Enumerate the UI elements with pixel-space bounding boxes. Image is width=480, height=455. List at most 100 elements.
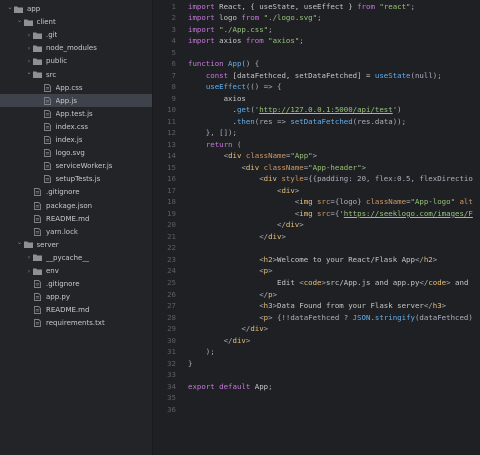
- tree-file[interactable]: serviceWorker.js: [0, 160, 152, 173]
- chevron-right-icon[interactable]: ›: [25, 268, 33, 275]
- code-line[interactable]: 9 axios: [154, 93, 480, 105]
- line-number: 18: [167, 197, 176, 207]
- code-editor[interactable]: 1 import React, { useState, useEffect } f…: [154, 0, 480, 455]
- tree-file[interactable]: index.css: [0, 120, 152, 133]
- file-tree-sidebar: ⌄ app ⌄ client › .git › node_modules › public ⌄ src…: [0, 0, 153, 455]
- code-line[interactable]: 15 <div className="App-header">: [154, 162, 480, 174]
- chevron-down-icon[interactable]: ⌄: [25, 69, 33, 76]
- chevron-right-icon[interactable]: ›: [25, 32, 33, 39]
- code-token: import: [188, 24, 215, 34]
- folder-icon: [33, 31, 42, 39]
- tree-item-label: server: [36, 240, 59, 249]
- code-line[interactable]: 17 <div>: [154, 185, 480, 197]
- code-line[interactable]: 20 </div>: [154, 219, 480, 231]
- code-line[interactable]: 6 function App() {: [154, 58, 480, 70]
- tree-file[interactable]: App.css: [0, 81, 152, 94]
- code-line[interactable]: 14 <div className="App">: [154, 150, 480, 162]
- tree-item-label: node_modules: [46, 44, 97, 53]
- code-line[interactable]: 32}: [154, 358, 480, 370]
- tree-item-label: serviceWorker.js: [55, 162, 113, 171]
- code-line[interactable]: 10 .get('http://127.0.0.1:5000/api/test'…: [154, 104, 480, 116]
- tree-folder[interactable]: › env: [0, 265, 152, 278]
- tree-file[interactable]: logo.svg: [0, 147, 152, 160]
- code-line[interactable]: 19 <img src={'https://seeklogo.com/image…: [154, 208, 480, 220]
- code-line[interactable]: 8 useEffect(() => {: [154, 81, 480, 93]
- tree-file[interactable]: App.test.js: [0, 107, 152, 120]
- code-line[interactable]: 24 <p>: [154, 265, 480, 277]
- folder-icon: [33, 267, 42, 275]
- code-line[interactable]: 16 <div style={{padding: 20, flex:0.5, f…: [154, 173, 480, 185]
- code-token: div: [245, 162, 260, 172]
- chevron-down-icon[interactable]: ⌄: [16, 239, 24, 246]
- tree-file[interactable]: package.json: [0, 199, 152, 212]
- tree-file[interactable]: App.js: [0, 94, 152, 108]
- code-line[interactable]: 31 );: [154, 346, 480, 358]
- code-line[interactable]: 35: [154, 392, 480, 404]
- code-token: >: [272, 289, 278, 299]
- tree-folder[interactable]: ⌄ server: [0, 238, 152, 251]
- code-line[interactable]: 2 import logo from "./logo.svg";: [154, 12, 480, 24]
- tree-file[interactable]: README.md: [0, 212, 152, 225]
- code-token: axios: [214, 36, 246, 46]
- code-line[interactable]: 34 export default App;: [154, 381, 480, 393]
- code-line[interactable]: 1 import React, { useState, useEffect } f…: [154, 1, 480, 13]
- code-line[interactable]: 29 </div>: [154, 323, 480, 335]
- code-line[interactable]: 13 return (: [154, 139, 480, 151]
- code-line[interactable]: 5: [154, 47, 480, 59]
- line-number: 20: [167, 220, 176, 230]
- tree-file[interactable]: .gitignore: [0, 186, 152, 199]
- code-line[interactable]: 22: [154, 242, 480, 254]
- line-number: 22: [167, 243, 176, 253]
- line-number: 15: [167, 162, 176, 172]
- tree-item-label: env: [46, 267, 59, 275]
- chevron-right-icon[interactable]: ›: [25, 254, 33, 261]
- line-number: 30: [167, 335, 176, 345]
- code-line[interactable]: 33: [154, 369, 480, 381]
- tree-folder[interactable]: › node_modules: [0, 42, 152, 55]
- code-line[interactable]: 3 import "./App.css";: [154, 24, 480, 36]
- code-line[interactable]: 12 }, []);: [154, 127, 480, 139]
- code-line[interactable]: 23 <h2>Welcome to your React/Flask App</…: [154, 254, 480, 266]
- code-line[interactable]: 7 const [dataFethced, setDataFetched] = …: [154, 70, 480, 82]
- code-line[interactable]: 26 </p>: [154, 289, 480, 301]
- tree-folder[interactable]: › __pycache__: [0, 251, 152, 264]
- tree-folder[interactable]: ⌄ app: [0, 3, 152, 16]
- code-line[interactable]: 30 </div>: [154, 335, 480, 347]
- code-token: stringify: [374, 312, 415, 322]
- tree-file[interactable]: yarn.lock: [0, 225, 152, 238]
- code-line[interactable]: 28 <p> {!!dataFethced ? JSON.stringify(d…: [154, 312, 480, 324]
- tree-item-label: package.json: [46, 201, 93, 210]
- code-token: (: [232, 139, 242, 149]
- chevron-right-icon[interactable]: ›: [25, 45, 33, 52]
- tree-folder[interactable]: › .git: [0, 29, 152, 42]
- code-line[interactable]: 11 .then(res => setDataFetched(res.data)…: [154, 116, 480, 128]
- code-token: >: [312, 151, 318, 161]
- tree-folder[interactable]: ⌄ client: [0, 16, 152, 29]
- code-line[interactable]: 4 import axios from "axios";: [154, 35, 480, 47]
- chevron-down-icon[interactable]: ⌄: [16, 17, 24, 24]
- chevron-down-icon[interactable]: ⌄: [6, 4, 14, 11]
- code-line[interactable]: 36: [154, 404, 480, 416]
- code-line[interactable]: 25 Edit <code>src/App.js and app.py</cod…: [154, 277, 480, 289]
- code-token: src: [312, 208, 331, 218]
- code-line[interactable]: 27 <h3>Data Found from your Flask server…: [154, 300, 480, 312]
- tree-file[interactable]: requirements.txt: [0, 317, 152, 330]
- tree-file[interactable]: README.md: [0, 304, 152, 317]
- line-number: 27: [167, 301, 176, 311]
- code-token: (res.data));: [352, 116, 407, 126]
- folder-icon: [23, 18, 33, 26]
- chevron-right-icon[interactable]: ›: [25, 58, 33, 65]
- tree-file[interactable]: setupTests.js: [0, 173, 152, 186]
- tree-folder[interactable]: ⌄ src: [0, 68, 152, 81]
- tree-file[interactable]: app.py: [0, 291, 152, 304]
- code-line[interactable]: 21 </div>: [154, 231, 480, 243]
- code-line[interactable]: 18 <img src={logo} className="App-logo" …: [154, 196, 480, 208]
- file-icon: [33, 214, 42, 223]
- tree-folder[interactable]: › public: [0, 55, 152, 68]
- tree-file[interactable]: .gitignore: [0, 278, 152, 291]
- tree-file[interactable]: index.js: [0, 134, 152, 147]
